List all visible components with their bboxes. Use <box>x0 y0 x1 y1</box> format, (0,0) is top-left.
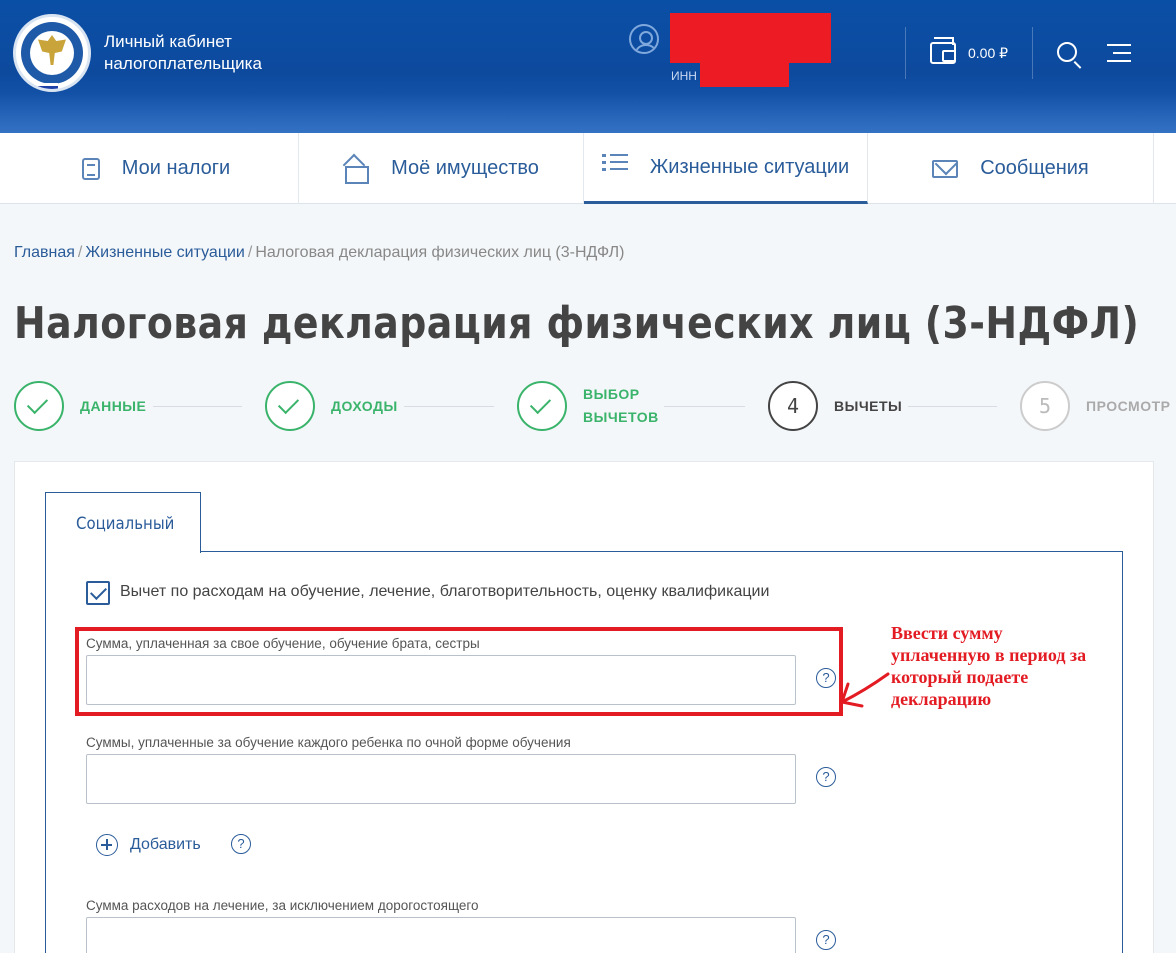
add-child-button[interactable]: Добавить <box>130 836 201 854</box>
header-divider <box>905 27 906 79</box>
page-title: Налоговая декларация физических лиц (3-Н… <box>14 298 1140 349</box>
breadcrumb-life-situations[interactable]: Жизненные ситуации <box>85 244 245 261</box>
breadcrumb-home[interactable]: Главная <box>14 244 75 261</box>
list-icon <box>601 154 628 180</box>
brand-line-2: налогоплательщика <box>104 54 262 73</box>
deduction-checkbox[interactable] <box>86 581 110 605</box>
nav-item-my-taxes[interactable]: Мои налоги <box>14 133 299 204</box>
redacted-inn <box>700 63 789 87</box>
nav-item-messages[interactable]: Сообщения <box>868 133 1154 204</box>
top-header: Личный кабинет налогоплательщика ИНН 0.0… <box>0 0 1176 133</box>
user-icon[interactable] <box>629 24 659 54</box>
step-2-label[interactable]: ДОХОДЫ <box>331 395 398 418</box>
balance-amount[interactable]: 0.00 ₽ <box>968 45 1008 62</box>
nav-item-label: Жизненные ситуации <box>649 155 850 178</box>
annotation-arrow-icon <box>840 672 890 708</box>
child-education-amount-input[interactable] <box>86 754 796 804</box>
step-2-check-icon[interactable] <box>265 381 315 431</box>
nav-item-label: Сообщения <box>980 157 1089 179</box>
step-4-label: ВЫЧЕТЫ <box>834 398 903 414</box>
step-connector <box>908 406 997 407</box>
step-1-check-icon[interactable] <box>14 381 64 431</box>
step-5-number: 5 <box>1038 394 1052 418</box>
help-icon[interactable]: ? <box>816 930 836 950</box>
wallet-icon[interactable] <box>930 37 956 64</box>
main-nav: Мои налоги Моё имущество Жизненные ситуа… <box>0 133 1176 204</box>
breadcrumb-current: Налоговая декларация физических лиц (3-Н… <box>255 244 625 261</box>
annotation-note: Ввести сумму уплаченную в период за кото… <box>891 623 1087 709</box>
nav-item-label: Моё имущество <box>391 157 539 179</box>
header-divider <box>1032 27 1033 79</box>
step-4-number: 4 <box>786 394 800 418</box>
field-label-child-education: Суммы, уплаченные за обучение каждого ре… <box>86 735 571 750</box>
redacted-user-name <box>670 13 831 63</box>
brand-line-1: Личный кабинет <box>104 32 232 51</box>
breadcrumb: Главная / Жизненные ситуации / Налоговая дек… <box>14 244 625 261</box>
step-connector <box>664 406 745 407</box>
tab-social[interactable]: Социальный <box>45 492 201 553</box>
step-3-label[interactable]: ВЫБОР ВЫЧЕТОВ <box>583 383 659 429</box>
inn-label: ИНН <box>671 69 697 83</box>
fns-emblem-icon[interactable] <box>13 14 91 92</box>
field-label-treatment: Сумма расходов на лечение, за исключение… <box>86 898 479 913</box>
step-connector <box>404 406 494 407</box>
brand-title[interactable]: Личный кабинет налогоплательщика <box>104 31 262 75</box>
annotation-highlight-box <box>75 627 843 716</box>
nav-item-label: Мои налоги <box>121 157 231 179</box>
nav-item-life-situations[interactable]: Жизненные ситуации <box>584 133 868 204</box>
treatment-amount-input[interactable] <box>86 917 796 953</box>
tab-social-label: Социальный <box>76 514 175 534</box>
step-connector <box>153 406 242 407</box>
deduction-checkbox-label[interactable]: Вычет по расходам на обучение, лечение, … <box>120 583 769 601</box>
step-4-circle: 4 <box>768 381 818 431</box>
search-icon[interactable] <box>1057 42 1077 62</box>
menu-icon[interactable] <box>1107 44 1131 62</box>
mail-icon <box>932 159 959 178</box>
step-5-label: ПРОСМОТР <box>1086 398 1171 414</box>
help-icon[interactable]: ? <box>816 767 836 787</box>
property-icon <box>343 156 370 184</box>
step-1-label[interactable]: ДАННЫЕ <box>80 395 146 418</box>
add-plus-icon[interactable] <box>96 834 118 856</box>
tab-panel-social <box>45 551 1123 953</box>
step-3-check-icon[interactable] <box>517 381 567 431</box>
help-icon[interactable]: ? <box>231 834 251 854</box>
step-5-circle: 5 <box>1020 381 1070 431</box>
nav-item-my-property[interactable]: Моё имущество <box>299 133 584 204</box>
flag-icon <box>38 83 58 89</box>
taxes-icon <box>81 157 100 180</box>
